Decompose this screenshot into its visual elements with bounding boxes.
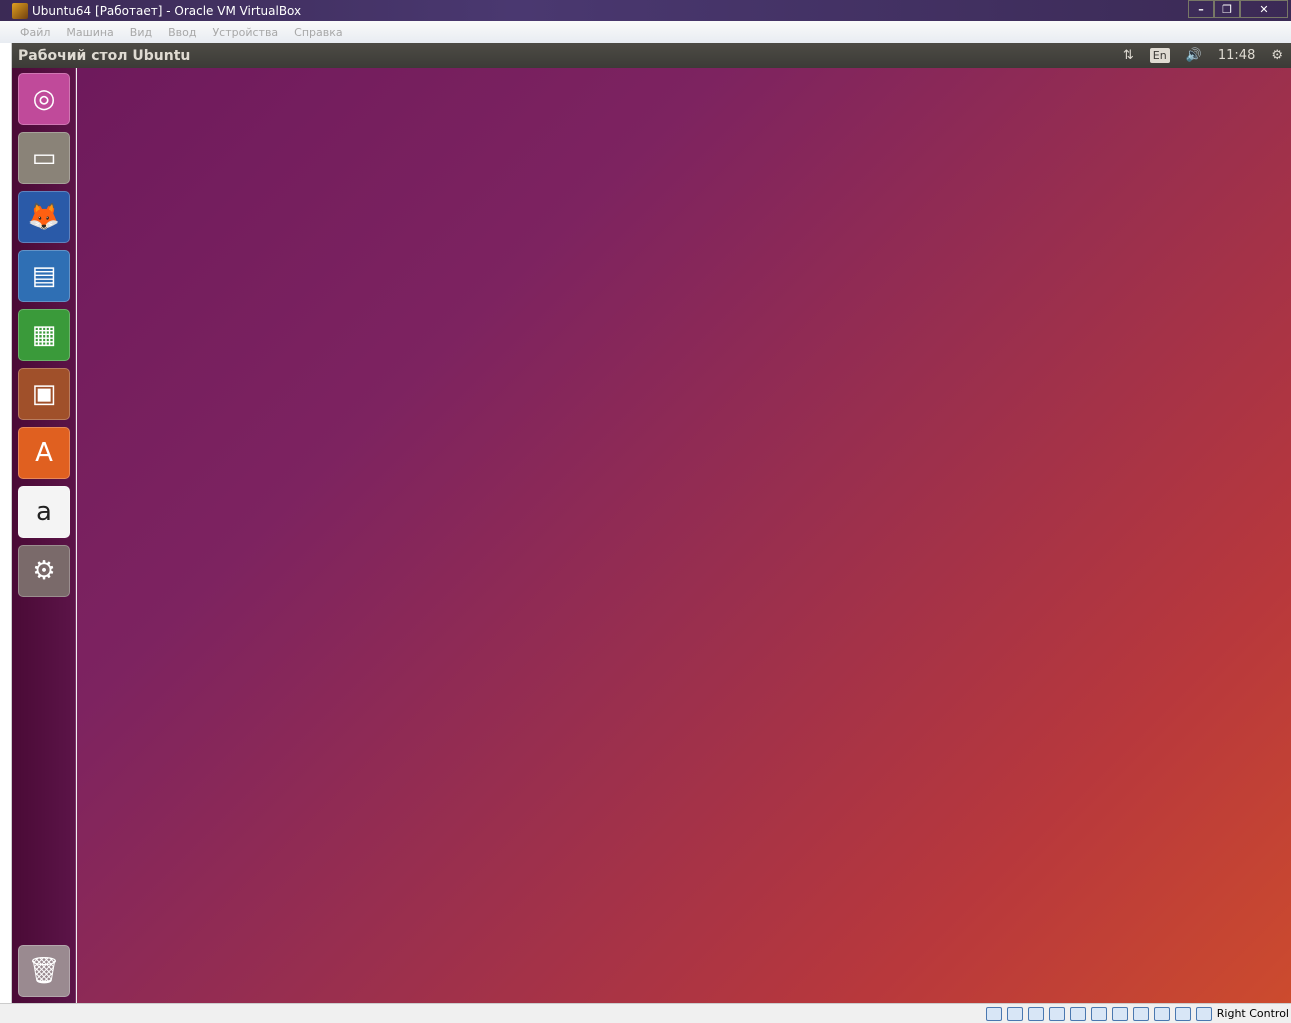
menu-file[interactable]: Файл — [20, 26, 50, 39]
ubuntu-dash-icon: ◎ — [32, 84, 56, 114]
launcher-libreoffice-calc[interactable]: ▦ — [18, 309, 70, 361]
launcher-libreoffice-impress[interactable]: ▣ — [18, 368, 70, 420]
menu-input[interactable]: Ввод — [168, 26, 196, 39]
keyboard-capture-icon[interactable] — [1195, 1006, 1212, 1021]
launcher-files[interactable]: ▭ — [18, 132, 70, 184]
menu-view[interactable]: Вид — [130, 26, 152, 39]
files-icon: ▭ — [31, 143, 57, 173]
host-key-label: Right Control — [1216, 1007, 1289, 1020]
libreoffice-impress-icon: ▣ — [31, 379, 57, 409]
hard-disk-icon[interactable] — [985, 1006, 1002, 1021]
ubuntu-top-panel: Рабочий стол Ubuntu ⇅ En 🔊 11:48 ⚙ — [12, 43, 1291, 68]
libreoffice-writer-icon: ▤ — [31, 261, 57, 291]
launcher-software-center[interactable]: A — [18, 427, 70, 479]
launcher-ubuntu-dash[interactable]: ◎ — [18, 73, 70, 125]
minimize-button[interactable]: – — [1188, 0, 1214, 18]
keyboard-layout-indicator[interactable]: En — [1149, 48, 1170, 63]
close-button[interactable]: ✕ — [1240, 0, 1288, 18]
trash-icon: 🗑 — [27, 956, 61, 986]
launcher-libreoffice-writer[interactable]: ▤ — [18, 250, 70, 302]
audio-icon[interactable] — [1027, 1006, 1044, 1021]
firefox-icon: 🦊 — [27, 202, 61, 232]
window-title: Ubuntu64 [Работает] - Oracle VM VirtualB… — [32, 3, 302, 18]
vm-left-edge — [0, 43, 12, 1003]
menu-devices[interactable]: Устройства — [212, 26, 278, 39]
amazon-icon: a — [36, 497, 52, 527]
network-icon[interactable]: ⇅ — [1123, 48, 1134, 63]
menu-machine[interactable]: Машина — [66, 26, 113, 39]
desktop[interactable] — [77, 68, 1291, 1003]
display-icon[interactable] — [1111, 1006, 1128, 1021]
launcher-system-settings[interactable]: ⚙ — [18, 545, 70, 597]
volume-icon[interactable]: 🔊 — [1186, 48, 1202, 63]
cpu-icon[interactable] — [1153, 1006, 1170, 1021]
system-settings-icon: ⚙ — [32, 556, 56, 586]
launcher-firefox[interactable]: 🦊 — [18, 191, 70, 243]
menu-bar: Файл Машина Вид Ввод Устройства Справка — [0, 21, 1291, 43]
launcher-amazon[interactable]: a — [18, 486, 70, 538]
usb-icon[interactable] — [1069, 1006, 1086, 1021]
software-center-icon: A — [35, 438, 53, 468]
virtualbox-icon — [12, 2, 28, 19]
power-gear-icon[interactable]: ⚙ — [1271, 48, 1283, 63]
launcher: ◎ ▭ 🦊 ▤ ▦ ▣ Aa ⚙ 🗑 — [12, 68, 76, 1003]
menu-help[interactable]: Справка — [294, 26, 342, 39]
restore-button[interactable]: ❐ — [1214, 0, 1240, 18]
shared-folders-icon[interactable] — [1090, 1006, 1107, 1021]
libreoffice-calc-icon: ▦ — [31, 320, 57, 350]
panel-title: Рабочий стол Ubuntu — [18, 47, 191, 64]
window-titlebar: Ubuntu64 [Работает] - Oracle VM VirtualB… — [0, 0, 1291, 21]
mouse-integration-icon[interactable] — [1174, 1006, 1191, 1021]
clock[interactable]: 11:48 — [1218, 48, 1255, 63]
video-capture-icon[interactable] — [1132, 1006, 1149, 1021]
vm-status-bar: Right Control — [0, 1003, 1291, 1023]
launcher-trash[interactable]: 🗑 — [18, 945, 70, 997]
optical-drive-icon[interactable] — [1006, 1006, 1023, 1021]
network-adapter-icon[interactable] — [1048, 1006, 1065, 1021]
